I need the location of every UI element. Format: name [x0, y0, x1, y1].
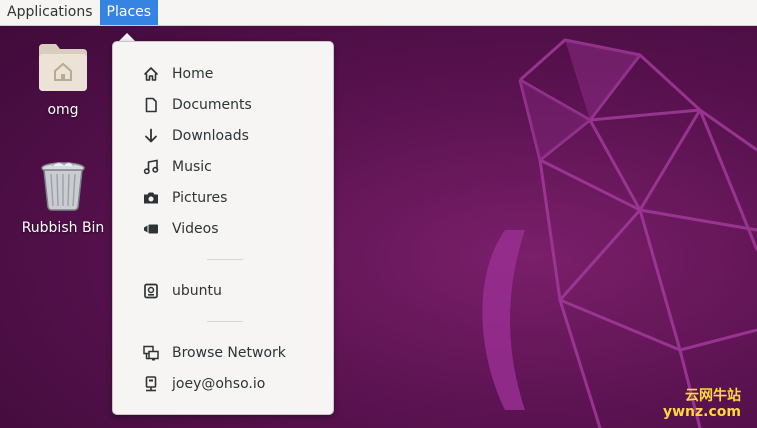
menu-item-network-server[interactable]: joey@ohso.io [113, 368, 333, 399]
menu-item-label: Downloads [172, 127, 249, 144]
desktop-icon-label: Rubbish Bin [21, 220, 105, 236]
menu-item-ubuntu-drive[interactable]: ubuntu [113, 275, 333, 306]
menu-item-label: Videos [172, 220, 219, 237]
menu-item-documents[interactable]: Documents [113, 89, 333, 120]
watermark-line-2: ywnz.com [663, 404, 741, 420]
menu-item-label: joey@ohso.io [172, 375, 266, 392]
watermark-line-1: 云网牛站 [685, 388, 741, 404]
camera-icon [143, 190, 159, 206]
home-icon [143, 66, 159, 82]
music-icon [143, 159, 159, 175]
menu-separator [113, 244, 333, 275]
desktop-icon-trash[interactable]: Rubbish Bin [13, 160, 113, 236]
menu-item-label: Documents [172, 96, 252, 113]
places-menu: Home Documents Downloads Music Pictures … [112, 41, 334, 415]
video-icon [143, 221, 159, 237]
menu-item-pictures[interactable]: Pictures [113, 182, 333, 213]
document-icon [143, 97, 159, 113]
menu-item-label: Home [172, 65, 214, 82]
menu-item-music[interactable]: Music [113, 151, 333, 182]
menu-item-label: Browse Network [172, 344, 286, 361]
menu-separator [113, 306, 333, 337]
menu-item-videos[interactable]: Videos [113, 213, 333, 244]
top-bar: Applications Places [0, 0, 757, 26]
home-folder-icon [39, 44, 87, 91]
menu-item-home[interactable]: Home [113, 58, 333, 89]
menu-item-label: Pictures [172, 189, 228, 206]
desktop: Applications Places omg Rubbish Bin Home… [0, 0, 757, 428]
desktop-icon-label: omg [47, 102, 79, 118]
download-icon [143, 128, 159, 144]
places-menu-button[interactable]: Places [99, 0, 159, 25]
menu-item-label: ubuntu [172, 282, 222, 299]
menu-item-downloads[interactable]: Downloads [113, 120, 333, 151]
menu-item-browse-network[interactable]: Browse Network [113, 337, 333, 368]
places-menu-list: Home Documents Downloads Music Pictures … [113, 58, 333, 399]
menu-item-label: Music [172, 158, 212, 175]
network-icon [143, 345, 159, 361]
applications-menu-button[interactable]: Applications [0, 0, 100, 25]
drive-icon [143, 283, 159, 299]
trash-icon [41, 162, 85, 211]
desktop-icon-home-folder[interactable]: omg [13, 40, 113, 118]
watermark: 云网牛站 ywnz.com [663, 388, 741, 420]
network-server-icon [143, 375, 159, 392]
